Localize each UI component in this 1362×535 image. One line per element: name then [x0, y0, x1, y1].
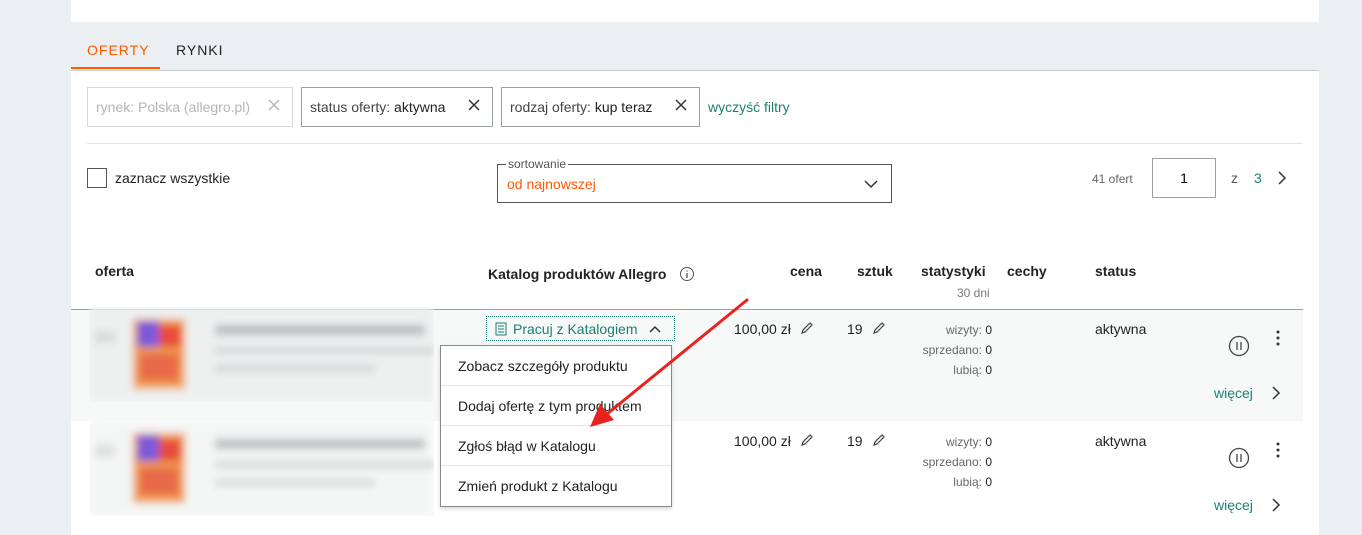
more-link[interactable]: więcej — [1214, 385, 1253, 401]
stat-visits: wizyty: 0 — [945, 435, 992, 449]
stat-sold: sprzedano: 0 — [922, 455, 992, 469]
more-options-icon[interactable] — [1275, 329, 1281, 347]
stat-visits: wizyty: 0 — [945, 323, 992, 337]
filter-type-key: rodzaj oferty: — [510, 99, 591, 115]
blurred-offer-preview[interactable] — [89, 307, 434, 402]
column-header-status: status — [1095, 263, 1137, 279]
select-all-label: zaznacz wszystkie — [115, 170, 231, 186]
tab-rynki[interactable]: RYNKI — [176, 42, 224, 58]
more-link[interactable]: więcej — [1214, 497, 1253, 513]
stat-sold: sprzedano: 0 — [922, 343, 992, 357]
page-number-input[interactable] — [1152, 158, 1216, 198]
edit-pencil-icon[interactable] — [800, 433, 814, 447]
divider — [87, 143, 1303, 144]
menu-item-report-catalog-error[interactable]: Zgłoś błąd w Katalogu — [441, 426, 671, 466]
filter-status-key: status oferty: — [310, 99, 391, 115]
column-header-qty: sztuk — [857, 263, 893, 279]
sort-legend: sortowanie — [506, 157, 569, 171]
sort-value: od najnowszej — [507, 176, 596, 192]
column-header-stats: statystyki — [921, 263, 986, 279]
column-header-features: cechy — [1007, 263, 1047, 279]
pause-icon[interactable] — [1228, 447, 1250, 469]
edit-pencil-icon[interactable] — [872, 433, 886, 447]
column-header-catalog: Katalog produktów Allegro — [488, 266, 667, 282]
quantity-value: 19 — [847, 433, 863, 449]
stat-likes: lubią: 0 — [953, 363, 992, 377]
menu-item-change-catalog-product[interactable]: Zmień produkt z Katalogu — [441, 466, 671, 506]
active-tab-indicator — [71, 67, 160, 69]
status-value: aktywna — [1095, 321, 1147, 337]
filter-type-value: kup teraz — [594, 99, 653, 115]
close-icon[interactable] — [266, 97, 282, 113]
filter-chip-market[interactable]: rynek: Polska (allegro.pl) — [87, 87, 293, 127]
catalog-dropdown-menu: Zobacz szczegóły produktu Dodaj ofertę z… — [440, 345, 672, 507]
info-icon[interactable] — [679, 266, 695, 282]
top-card — [71, 0, 1319, 22]
blurred-offer-preview[interactable] — [89, 421, 434, 516]
select-all-checkbox[interactable] — [87, 168, 107, 188]
sort-select[interactable]: sortowanie od najnowszej — [497, 157, 892, 203]
filter-status-value: aktywna — [394, 99, 446, 115]
pause-icon[interactable] — [1228, 335, 1250, 357]
menu-item-add-offer-with-product[interactable]: Dodaj ofertę z tym produktem — [441, 386, 671, 426]
chevron-right-icon[interactable] — [1269, 496, 1283, 514]
chevron-up-icon — [648, 325, 661, 333]
work-with-catalog-button[interactable]: Pracuj z Katalogiem — [486, 316, 675, 341]
clear-filters-link[interactable]: wyczyść filtry — [708, 99, 790, 115]
column-header-price: cena — [790, 263, 822, 279]
close-icon[interactable] — [673, 97, 689, 113]
filter-chip-status[interactable]: status oferty: aktywna — [301, 87, 493, 127]
status-value: aktywna — [1095, 433, 1147, 449]
quantity-value: 19 — [847, 321, 863, 337]
document-icon — [495, 322, 507, 335]
menu-item-product-details[interactable]: Zobacz szczegóły produktu — [441, 346, 671, 386]
price-value: 100,00 zł — [734, 433, 791, 449]
chevron-down-icon — [864, 180, 878, 189]
column-header-offer: oferta — [95, 263, 134, 279]
column-header-stats-period: 30 dni — [957, 286, 990, 300]
chevron-right-icon[interactable] — [1269, 384, 1283, 402]
tab-oferty[interactable]: OFERTY — [87, 42, 150, 58]
filter-chip-type[interactable]: rodzaj oferty: kup teraz — [501, 87, 700, 127]
stat-likes: lubią: 0 — [953, 475, 992, 489]
edit-pencil-icon[interactable] — [800, 321, 814, 335]
total-pages-link[interactable]: 3 — [1254, 170, 1262, 186]
offer-count: 41 ofert — [1092, 172, 1133, 186]
edit-pencil-icon[interactable] — [872, 321, 886, 335]
close-icon[interactable] — [466, 97, 482, 113]
next-page-icon[interactable] — [1274, 169, 1290, 187]
work-with-catalog-label: Pracuj z Katalogiem — [513, 320, 638, 337]
tab-bar: OFERTY RYNKI — [71, 34, 1319, 71]
offers-card: rynek: Polska (allegro.pl) status oferty… — [71, 71, 1319, 535]
price-value: 100,00 zł — [734, 321, 791, 337]
filter-market-label: rynek: Polska (allegro.pl) — [96, 99, 251, 115]
page-of-label: z — [1231, 170, 1238, 186]
more-options-icon[interactable] — [1275, 441, 1281, 459]
